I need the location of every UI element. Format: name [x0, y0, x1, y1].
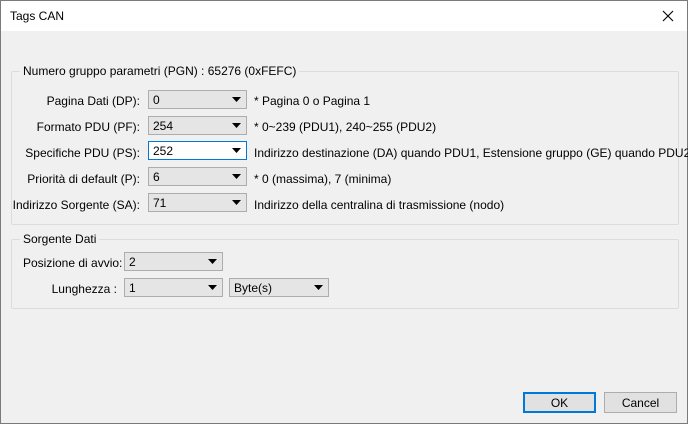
- ok-button[interactable]: OK: [523, 392, 596, 413]
- source-address-hint: Indirizzo della centralina di trasmissio…: [254, 198, 505, 212]
- start-position-value: 2: [129, 255, 136, 269]
- data-page-select[interactable]: 0: [148, 90, 247, 109]
- pdu-specific-select[interactable]: 252: [148, 141, 247, 160]
- data-source-legend: Sorgente Dati: [20, 232, 100, 246]
- pdu-format-hint: * 0~239 (PDU1), 240~255 (PDU2): [254, 120, 437, 134]
- chevron-down-icon: [205, 279, 219, 296]
- chevron-down-icon: [229, 168, 243, 185]
- length-label: Lunghezza :: [51, 282, 117, 296]
- window-title: Tags CAN: [10, 9, 65, 23]
- title-bar: Tags CAN: [1, 1, 687, 31]
- data-page-hint: * Pagina 0 o Pagina 1: [254, 94, 371, 108]
- chevron-down-icon: [311, 279, 325, 296]
- tags-can-dialog: Tags CAN Numero gruppo parametri (PGN) :…: [0, 0, 688, 424]
- priority-select[interactable]: 6: [148, 167, 247, 186]
- chevron-down-icon: [205, 253, 219, 270]
- length-value: 1: [129, 281, 136, 295]
- chevron-down-icon: [229, 117, 243, 134]
- chevron-down-icon: [229, 91, 243, 108]
- pdu-format-select[interactable]: 254: [148, 116, 247, 135]
- cancel-button[interactable]: Cancel: [604, 392, 677, 413]
- pdu-format-label: Formato PDU (PF):: [36, 120, 140, 134]
- source-address-label: Indirizzo Sorgente (SA):: [12, 198, 140, 212]
- priority-label: Priorità di default (P):: [27, 172, 140, 186]
- pdu-specific-label: Specifiche PDU (PS):: [25, 146, 140, 160]
- length-unit-select[interactable]: Byte(s): [229, 278, 329, 297]
- source-address-value: 71: [153, 196, 167, 210]
- close-button[interactable]: [655, 4, 681, 28]
- pgn-group-legend: Numero gruppo parametri (PGN) : 65276 (0…: [20, 64, 300, 78]
- priority-hint: * 0 (massima), 7 (minima): [254, 172, 392, 186]
- data-page-label: Pagina Dati (DP):: [46, 94, 140, 108]
- start-position-select[interactable]: 2: [124, 252, 223, 271]
- data-source-group: [11, 239, 679, 309]
- pdu-specific-hint: Indirizzo destinazione (DA) quando PDU1,…: [254, 146, 688, 160]
- pdu-format-value: 254: [153, 119, 174, 133]
- chevron-down-icon: [229, 142, 243, 159]
- source-address-select[interactable]: 71: [148, 193, 247, 212]
- length-unit-value: Byte(s): [234, 281, 273, 295]
- data-page-value: 0: [153, 93, 160, 107]
- chevron-down-icon: [229, 194, 243, 211]
- priority-value: 6: [153, 170, 160, 184]
- length-select[interactable]: 1: [124, 278, 223, 297]
- start-position-label: Posizione di avvio:: [23, 256, 123, 270]
- close-icon: [662, 10, 674, 22]
- pdu-specific-value: 252: [153, 144, 174, 158]
